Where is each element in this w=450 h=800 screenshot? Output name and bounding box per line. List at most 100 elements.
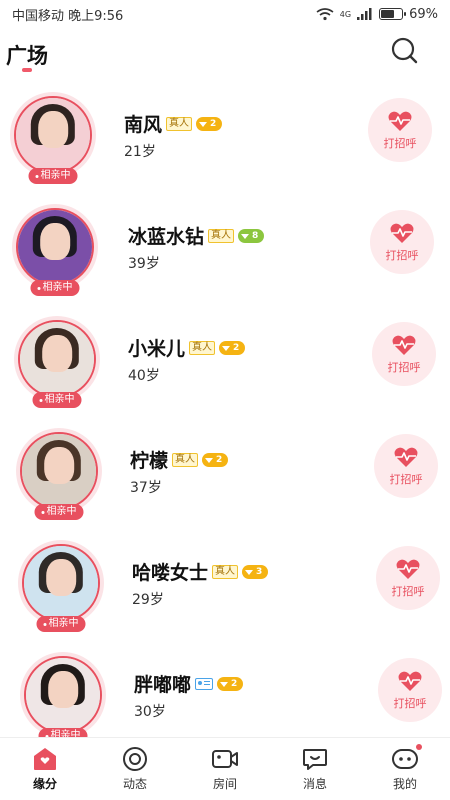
title-underline bbox=[22, 68, 32, 72]
user-card[interactable]: 相亲中 哈喽女士 真人 3 29岁 打招呼 bbox=[0, 532, 450, 644]
user-age: 29岁 bbox=[132, 592, 164, 608]
level-badge: 2 bbox=[217, 676, 244, 691]
level-badge: 2 bbox=[219, 340, 246, 355]
status-bar: 中国移动 晚上9:56 4G 69% bbox=[0, 0, 450, 28]
greet-button[interactable]: 打招呼 bbox=[374, 434, 438, 498]
user-name: 哈喽女士 bbox=[132, 562, 209, 584]
avatar[interactable] bbox=[24, 656, 102, 734]
nav-label: 我的 bbox=[392, 777, 417, 791]
dating-status-badge: 相亲中 bbox=[32, 392, 82, 408]
avatar-wrap[interactable]: 相亲中 bbox=[16, 428, 102, 520]
avatar-wrap[interactable]: 相亲中 bbox=[14, 316, 100, 408]
avatar-wrap[interactable]: 相亲中 bbox=[10, 92, 96, 184]
user-info: 柠檬 真人 2 37岁 bbox=[130, 446, 229, 497]
nav-label: 消息 bbox=[302, 777, 327, 791]
carrier-time: 中国移动 晚上9:56 bbox=[12, 8, 124, 24]
user-name: 胖嘟嘟 bbox=[134, 674, 192, 696]
user-name: 小米儿 bbox=[128, 338, 186, 360]
gem-icon bbox=[245, 570, 254, 575]
gem-icon bbox=[199, 122, 208, 127]
user-age: 39岁 bbox=[128, 256, 160, 272]
user-name: 冰蓝水钻 bbox=[128, 226, 205, 248]
greet-label: 打招呼 bbox=[389, 472, 423, 486]
user-name: 柠檬 bbox=[130, 450, 169, 472]
avatar-wrap[interactable]: 相亲中 bbox=[20, 652, 106, 744]
avatar[interactable] bbox=[22, 544, 100, 622]
user-card[interactable]: 相亲中 南风 真人 2 21岁 打招呼 bbox=[0, 84, 450, 196]
user-card[interactable]: 相亲中 冰蓝水钻 真人 8 39岁 打招呼 bbox=[0, 196, 450, 308]
avatar[interactable] bbox=[14, 96, 92, 174]
gem-icon bbox=[222, 346, 231, 351]
header: 广场 bbox=[0, 32, 450, 76]
search-icon bbox=[391, 37, 418, 64]
heartbeat-icon bbox=[396, 559, 420, 579]
verified-real-badge: 真人 bbox=[212, 564, 239, 579]
nav-tab-messages[interactable]: 消息 bbox=[270, 738, 360, 800]
greet-label: 打招呼 bbox=[383, 136, 417, 150]
user-age: 30岁 bbox=[134, 704, 166, 720]
heartbeat-icon bbox=[392, 335, 416, 355]
signal-icon bbox=[357, 8, 373, 20]
dating-status-badge: 相亲中 bbox=[28, 168, 78, 184]
user-age: 21岁 bbox=[124, 144, 156, 160]
nav-tab-room[interactable]: 房间 bbox=[180, 738, 270, 800]
nav-tab-moments[interactable]: 动态 bbox=[90, 738, 180, 800]
user-age: 37岁 bbox=[130, 480, 162, 496]
video-room-icon bbox=[212, 750, 238, 768]
greet-label: 打招呼 bbox=[393, 696, 427, 710]
nav-tab-mine[interactable]: 我的 bbox=[360, 738, 450, 800]
greet-button[interactable]: 打招呼 bbox=[372, 322, 436, 386]
avatar-wrap[interactable]: 相亲中 bbox=[18, 540, 104, 632]
greet-button[interactable]: 打招呼 bbox=[376, 546, 440, 610]
greet-label: 打招呼 bbox=[385, 248, 419, 262]
verified-real-badge: 真人 bbox=[189, 340, 216, 355]
greet-button[interactable]: 打招呼 bbox=[368, 98, 432, 162]
battery-percent: 69% bbox=[409, 6, 438, 22]
greet-label: 打招呼 bbox=[391, 584, 425, 598]
dating-status-badge: 相亲中 bbox=[36, 616, 86, 632]
nav-label: 房间 bbox=[212, 777, 237, 791]
status-icons: 4G 69% bbox=[316, 7, 438, 22]
user-list: 相亲中 南风 真人 2 21岁 打招呼 相亲中 冰蓝水钻 真人 8 39岁 打招… bbox=[0, 84, 450, 756]
heartbeat-icon bbox=[394, 447, 418, 467]
level-badge: 3 bbox=[242, 564, 269, 579]
id-verified-icon bbox=[195, 677, 214, 690]
verified-real-badge: 真人 bbox=[208, 228, 235, 243]
avatar[interactable] bbox=[16, 208, 94, 286]
avatar[interactable] bbox=[18, 320, 96, 398]
verified-real-badge: 真人 bbox=[172, 452, 199, 467]
gem-icon bbox=[205, 458, 214, 463]
heart-home-icon bbox=[34, 748, 56, 770]
page-title: 广场 bbox=[6, 44, 48, 68]
battery-icon bbox=[379, 8, 407, 20]
message-icon bbox=[303, 749, 327, 770]
level-badge: 2 bbox=[196, 116, 223, 131]
user-info: 小米儿 真人 2 40岁 bbox=[128, 334, 246, 385]
heartbeat-icon bbox=[390, 223, 414, 243]
profile-face-icon bbox=[392, 749, 418, 769]
avatar-wrap[interactable]: 相亲中 bbox=[12, 204, 98, 296]
user-card[interactable]: 相亲中 小米儿 真人 2 40岁 打招呼 bbox=[0, 308, 450, 420]
greet-button[interactable]: 打招呼 bbox=[378, 658, 442, 722]
avatar[interactable] bbox=[20, 432, 98, 510]
nav-tab-fate[interactable]: 缘分 bbox=[0, 738, 90, 800]
dating-status-badge: 相亲中 bbox=[30, 280, 80, 296]
user-name: 南风 bbox=[124, 114, 163, 136]
notification-dot bbox=[416, 744, 422, 750]
bottom-nav: 缘分 动态 房间 消息 我的 bbox=[0, 737, 450, 800]
user-info: 南风 真人 2 21岁 bbox=[124, 110, 223, 161]
moments-icon bbox=[123, 747, 147, 771]
wifi-icon bbox=[316, 7, 334, 21]
gem-icon bbox=[220, 682, 229, 687]
network-type: 4G bbox=[339, 9, 352, 19]
user-info: 胖嘟嘟 2 30岁 bbox=[134, 670, 244, 721]
user-card[interactable]: 相亲中 柠檬 真人 2 37岁 打招呼 bbox=[0, 420, 450, 532]
nav-label: 缘分 bbox=[32, 777, 57, 791]
gem-icon bbox=[241, 234, 250, 239]
nav-label: 动态 bbox=[122, 777, 147, 791]
search-button[interactable] bbox=[390, 36, 420, 66]
greet-button[interactable]: 打招呼 bbox=[370, 210, 434, 274]
user-age: 40岁 bbox=[128, 368, 160, 384]
heartbeat-icon bbox=[398, 671, 422, 691]
greet-label: 打招呼 bbox=[387, 360, 421, 374]
